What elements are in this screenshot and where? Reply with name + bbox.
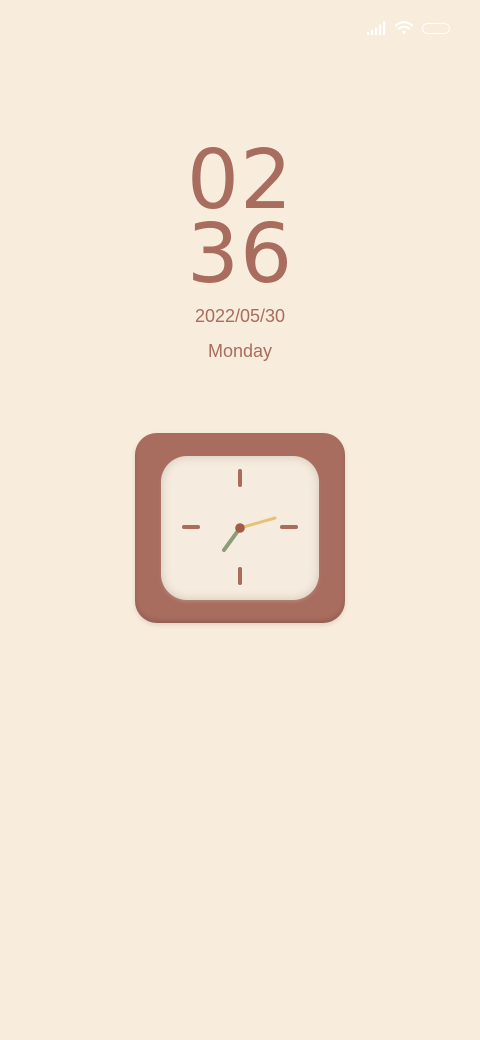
status-bar (366, 16, 450, 40)
lock-screen: 02 36 2022/05/30 Monday (0, 0, 480, 1040)
minute-hand (238, 516, 277, 530)
wifi-icon (394, 21, 414, 35)
weekday-label: Monday (207, 341, 273, 361)
clock-minutes: 36 (186, 207, 294, 302)
battery-icon (422, 22, 450, 34)
cellular-signal-icon (367, 21, 386, 35)
clock-center-cap (235, 523, 245, 533)
clock-face (161, 456, 319, 600)
clock-dial (182, 469, 298, 585)
analog-clock-widget[interactable] (135, 433, 345, 623)
date-label: 2022/05/30 (194, 306, 286, 326)
